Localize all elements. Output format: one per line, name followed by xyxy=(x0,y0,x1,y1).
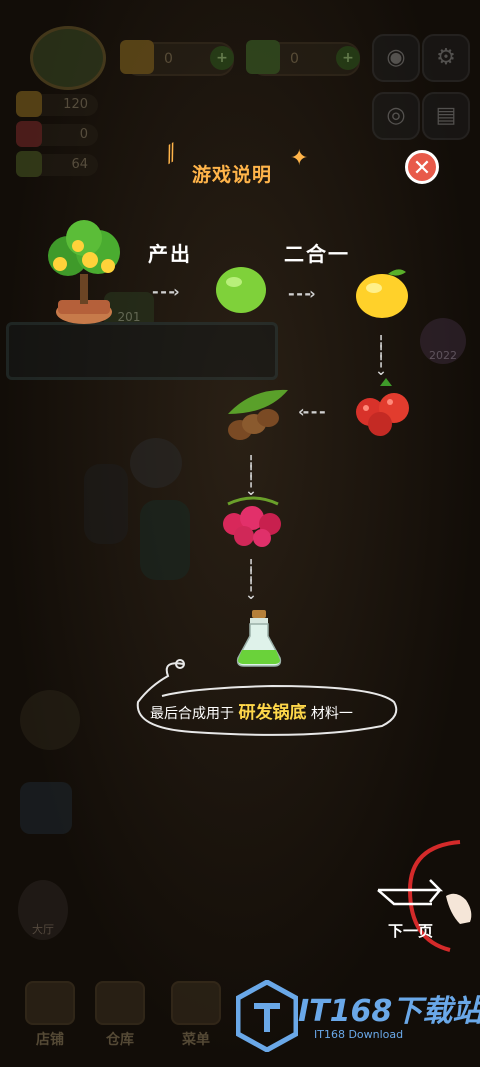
merge-label: 二合一 xyxy=(284,242,350,266)
arrow-down: ¦ ¦ ¦ ⌄ xyxy=(245,453,257,499)
watermark-subtitle: IT168 Download xyxy=(314,1028,404,1041)
tamarind-icon xyxy=(228,389,288,440)
nav-label: 菜单 xyxy=(182,1032,210,1048)
year-badge[interactable]: 2022 xyxy=(420,318,466,364)
cash-icon xyxy=(246,40,280,74)
shop-icon xyxy=(25,981,75,1025)
stat-bar-3: 64 xyxy=(16,151,98,177)
warehouse-icon xyxy=(95,981,145,1025)
arrow-left: ‹- - - xyxy=(298,402,326,421)
star-icon: ✦ xyxy=(290,146,309,171)
counter-table xyxy=(6,322,278,380)
nav-label: 店铺 xyxy=(36,1032,64,1048)
arrow-right: - - -› xyxy=(288,284,316,303)
coin-stack-icon xyxy=(16,91,42,117)
watermark-title: IT168下载站 xyxy=(298,994,480,1029)
add-currency-icon[interactable]: + xyxy=(336,46,360,70)
lime-icon xyxy=(216,267,266,313)
next-arrow-icon xyxy=(377,840,472,952)
final-prefix: 最后合成用于 xyxy=(150,706,234,722)
camera-button[interactable]: ◉ xyxy=(372,34,420,82)
stat-bar-1: 120 xyxy=(16,91,98,117)
gold-icon xyxy=(120,40,154,74)
stat-value: 0 xyxy=(79,127,88,142)
book-button[interactable]: ▤ xyxy=(422,92,470,140)
red-berries-icon xyxy=(356,378,409,436)
currency-pill-2[interactable]: 0 + xyxy=(246,40,360,76)
final-suffix: 材料一 xyxy=(310,706,353,722)
eye-button[interactable]: ◎ xyxy=(372,92,420,140)
add-currency-icon[interactable]: + xyxy=(210,46,234,70)
nav-menu[interactable]: 菜单 xyxy=(166,981,226,1051)
next-page-label: 下一页 xyxy=(388,922,434,940)
stat-value: 64 xyxy=(71,157,88,172)
customer-figure xyxy=(84,464,128,544)
hall-button[interactable]: 大厅 xyxy=(18,880,68,940)
arrow-right: - - -› xyxy=(152,282,180,301)
stat-bar-2: 0 xyxy=(16,121,98,147)
arrow-down: ¦ ¦ ¦ ⌄ xyxy=(245,557,257,603)
player-avatar[interactable] xyxy=(30,26,106,90)
watermark-logo-icon xyxy=(236,980,298,1052)
site-watermark: IT168下载站 IT168 Download xyxy=(236,976,480,1056)
nav-label: 仓库 xyxy=(106,1032,134,1048)
menu-icon xyxy=(171,981,221,1025)
fruit-tree-icon xyxy=(48,220,120,324)
nav-shop[interactable]: 店铺 xyxy=(20,981,80,1051)
currency-value: 0 xyxy=(290,51,299,67)
delivery-rabbit[interactable] xyxy=(20,690,80,750)
note-icon xyxy=(16,151,42,177)
lemon-icon xyxy=(356,269,408,318)
produce-label: 产出 xyxy=(148,242,192,266)
clipboard-button[interactable] xyxy=(20,782,72,834)
tutorial-title: 游戏说明 xyxy=(192,164,273,186)
final-usage-caption: 最后合成用于 研发锅底 材料一 xyxy=(132,688,400,732)
raspberry-cluster-icon xyxy=(223,496,281,547)
settings-button[interactable]: ⚙ xyxy=(422,34,470,82)
next-page-button[interactable]: 下一页 xyxy=(370,840,480,960)
close-button[interactable]: ✕ xyxy=(405,150,439,184)
order-bubble[interactable] xyxy=(130,438,182,488)
nav-warehouse[interactable]: 仓库 xyxy=(90,981,150,1051)
arrow-down: ¦ ¦ ¦ ⌄ xyxy=(375,333,387,379)
year-value: 2022 xyxy=(429,349,457,362)
stat-value: 120 xyxy=(63,97,88,112)
hall-label: 大厅 xyxy=(32,923,54,936)
currency-pill-1[interactable]: 0 + xyxy=(120,40,234,76)
currency-value: 0 xyxy=(164,51,173,67)
customer-figure xyxy=(140,500,190,580)
final-highlight: 研发锅底 xyxy=(238,703,307,723)
chef-icon xyxy=(16,121,42,147)
